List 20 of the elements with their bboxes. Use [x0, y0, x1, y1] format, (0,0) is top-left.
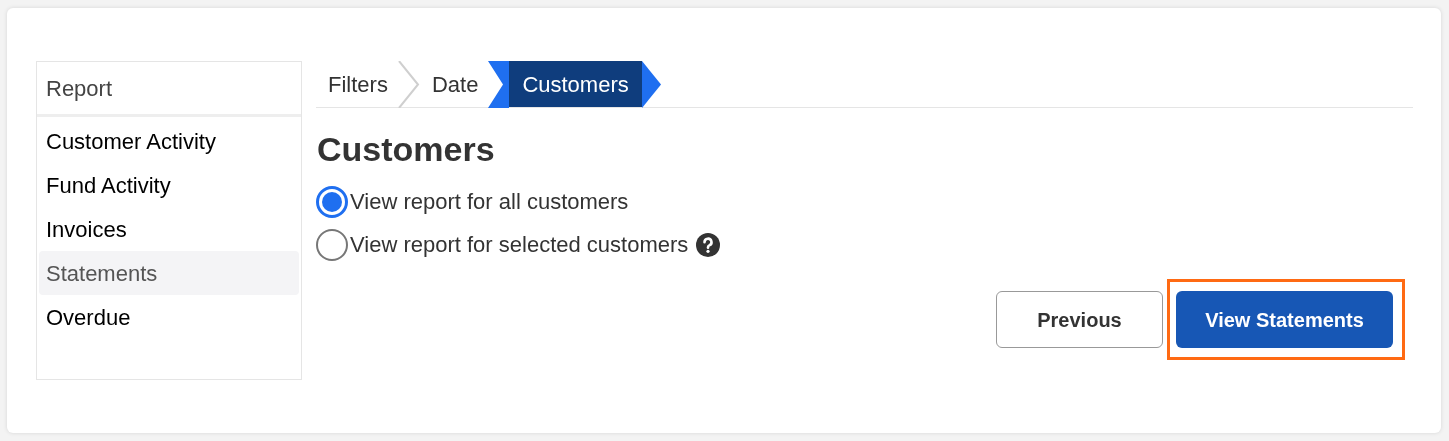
sidebar-item[interactable]: Invoices — [39, 207, 299, 251]
sidebar-item[interactable]: Overdue — [39, 295, 299, 339]
page-heading: Customers — [317, 129, 496, 170]
breadcrumb-step[interactable]: Customers — [509, 61, 642, 107]
breadcrumb-step[interactable]: Filters — [316, 61, 398, 107]
step-arrow-icon — [641, 61, 661, 108]
help-icon[interactable] — [696, 232, 721, 257]
sidebar-title: Report — [37, 62, 301, 117]
radio-button[interactable] — [316, 185, 348, 218]
radio-label[interactable]: View report for selected customers — [350, 228, 689, 261]
step-arrow-icon — [488, 61, 510, 108]
action-button[interactable]: Previous — [996, 291, 1163, 348]
chevron-separator-icon — [397, 61, 420, 108]
radio-button[interactable] — [316, 228, 348, 261]
sidebar-item[interactable]: Customer Activity — [39, 119, 299, 163]
radio-label[interactable]: View report for all customers — [350, 185, 629, 218]
breadcrumb-step[interactable]: Date — [419, 61, 489, 107]
sidebar-item[interactable]: Fund Activity — [39, 163, 299, 207]
sidebar-item[interactable]: Statements — [39, 251, 299, 295]
action-button[interactable]: View Statements — [1176, 291, 1393, 348]
